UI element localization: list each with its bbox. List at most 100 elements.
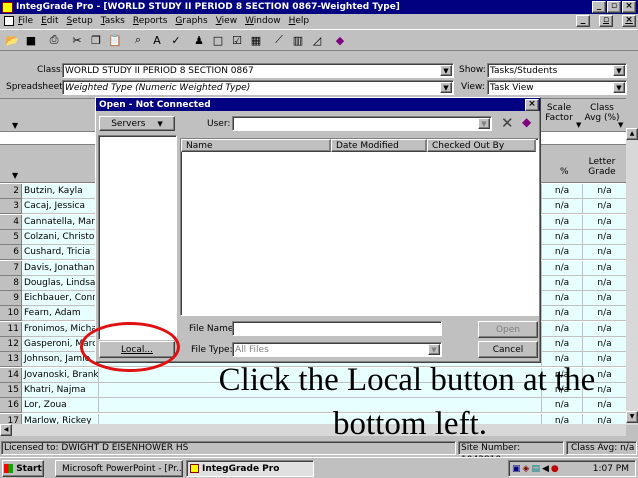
column-date-modified[interactable]: Date Modified xyxy=(331,139,427,152)
print-icon[interactable]: ⎙ xyxy=(45,31,63,49)
save-icon[interactable]: ■ xyxy=(22,31,40,49)
open-folder-icon[interactable]: 📂 xyxy=(3,31,21,49)
doc-restore-icon[interactable]: ▫ xyxy=(599,15,613,27)
view-select[interactable]: Task View ▼ xyxy=(487,80,627,95)
letter-grade-cell[interactable]: n/a xyxy=(582,398,626,413)
student-name[interactable]: Cushard, Tricia xyxy=(22,245,98,260)
chevron-down-icon[interactable]: ▼ xyxy=(613,82,625,93)
show-select[interactable]: Tasks/Students ▼ xyxy=(487,63,627,78)
letter-grade-cell[interactable]: n/a xyxy=(582,306,626,321)
task-icon[interactable]: ☑ xyxy=(228,31,246,49)
chevron-down-icon[interactable]: ▼ xyxy=(478,118,490,129)
antivirus-icon[interactable]: ● xyxy=(551,464,559,474)
student-name[interactable]: Jovanoski, Branko xyxy=(22,368,98,383)
student-name[interactable]: Eichbauer, Conrad xyxy=(22,291,98,306)
taskbar-item-powerpoint[interactable]: Microsoft PowerPoint - [Pr... xyxy=(55,460,183,477)
menu-window[interactable]: Window xyxy=(245,16,281,26)
file-type-select[interactable]: All Files ▼ xyxy=(232,342,442,357)
student-name[interactable]: Lor, Zoua xyxy=(22,398,98,413)
user-select[interactable]: ▼ xyxy=(232,116,492,131)
sort-arrow-icon[interactable]: ▼ xyxy=(12,171,18,180)
table-row[interactable]: 15 Khatri, Najma xyxy=(0,383,98,398)
percent-cell[interactable]: n/a xyxy=(541,291,582,306)
letter-grade-cell[interactable]: n/a xyxy=(582,230,626,245)
letter-grade-cell[interactable]: n/a xyxy=(582,276,626,291)
open-button[interactable]: Open xyxy=(478,321,538,338)
letter-grade-cell[interactable]: n/a xyxy=(582,337,626,352)
sort-arrow-icon[interactable]: ▼ xyxy=(576,121,581,129)
line-graph-icon[interactable]: ⟋ xyxy=(270,31,288,49)
table-row[interactable]: 14 Jovanoski, Branko xyxy=(0,368,98,383)
taskbar-item-integrade[interactable]: IntegGrade Pro xyxy=(186,460,314,477)
student-name[interactable]: Khatri, Najma xyxy=(22,383,98,398)
table-row[interactable]: 4Cannatella, Marghe xyxy=(0,215,98,230)
menu-edit[interactable]: Edit xyxy=(41,16,58,26)
disconnect-icon[interactable]: ✕ xyxy=(501,114,514,132)
paste-icon[interactable]: 📋 xyxy=(106,31,124,49)
student-name[interactable]: Douglas, Lindsay xyxy=(22,276,98,291)
cut-icon[interactable]: ✂ xyxy=(68,31,86,49)
menu-tasks[interactable]: Tasks xyxy=(101,16,125,26)
zoom-icon[interactable]: A xyxy=(148,31,166,49)
table-row[interactable]: 9Eichbauer, Conrad xyxy=(0,291,98,306)
find-icon[interactable]: ⌕ xyxy=(129,31,147,49)
table-row[interactable]: 5Colzani, Christophe xyxy=(0,230,98,245)
shield-icon[interactable]: ◈ xyxy=(523,464,530,474)
spreadsheet-select[interactable]: Weighted Type (Numeric Weighted Type) ▼ xyxy=(62,80,454,95)
percent-cell[interactable]: n/a xyxy=(541,184,582,199)
monitor-icon[interactable]: ▤ xyxy=(531,464,540,474)
letter-grade-cell[interactable]: n/a xyxy=(582,322,626,337)
file-name-input[interactable] xyxy=(232,321,442,336)
column-name[interactable]: Name xyxy=(181,139,331,152)
table-row[interactable]: 3 Cacaj, Jessica xyxy=(0,199,98,214)
letter-grade-cell[interactable]: n/a xyxy=(582,184,626,199)
table-row[interactable]: 2 Butzin, Kayla xyxy=(0,184,98,199)
percent-cell[interactable]: n/a xyxy=(541,245,582,260)
menu-file[interactable]: File xyxy=(18,16,33,26)
percent-cell[interactable]: n/a xyxy=(541,199,582,214)
student-name[interactable]: Butzin, Kayla xyxy=(22,184,98,199)
file-list[interactable]: Name Date Modified Checked Out By xyxy=(180,138,539,316)
letter-grade-cell[interactable]: n/a xyxy=(582,291,626,306)
percent-cell[interactable]: n/a xyxy=(541,215,582,230)
percent-cell[interactable]: n/a xyxy=(541,306,582,321)
menu-view[interactable]: View xyxy=(216,16,237,26)
book-icon[interactable]: ◆ xyxy=(522,115,531,129)
spellcheck-icon[interactable]: ✓ xyxy=(167,31,185,49)
calendar-icon[interactable]: ▦ xyxy=(247,31,265,49)
percent-cell[interactable]: n/a xyxy=(541,276,582,291)
menu-reports[interactable]: Reports xyxy=(133,16,168,26)
network-icon[interactable]: ▣ xyxy=(512,464,521,474)
bar-graph-icon[interactable]: ▥ xyxy=(289,31,307,49)
sort-arrow-icon[interactable]: ▼ xyxy=(12,121,18,130)
table-row[interactable]: 16 Lor, Zoua xyxy=(0,398,98,413)
servers-button[interactable]: Servers ▼ xyxy=(99,116,175,131)
table-row[interactable]: 7 Davis, Jonathan xyxy=(0,261,98,276)
sort-arrow-icon[interactable]: ▼ xyxy=(618,121,623,129)
student-name[interactable]: Cannatella, Marghe xyxy=(22,215,98,230)
scroll-up-icon[interactable]: ▲ xyxy=(626,128,638,140)
letter-grade-cell[interactable]: n/a xyxy=(582,199,626,214)
letter-grade-cell[interactable]: n/a xyxy=(582,215,626,230)
blank-page-icon[interactable]: □ xyxy=(209,31,227,49)
student-icon[interactable]: ♟ xyxy=(190,31,208,49)
percent-cell[interactable]: n/a xyxy=(541,230,582,245)
menu-graphs[interactable]: Graphs xyxy=(175,16,207,26)
cancel-button[interactable]: Cancel xyxy=(478,341,538,358)
column-checked-out-by[interactable]: Checked Out By xyxy=(427,139,536,152)
class-select[interactable]: WORLD STUDY II PERIOD 8 SECTION 0867 ▼ xyxy=(62,63,454,78)
copy-icon[interactable]: ❐ xyxy=(87,31,105,49)
maximize-icon[interactable]: ▫ xyxy=(607,1,621,13)
book-icon[interactable]: ◆ xyxy=(331,31,349,49)
percent-cell[interactable]: n/a xyxy=(541,337,582,352)
scroll-left-icon[interactable]: ◀ xyxy=(0,424,12,436)
student-name[interactable]: Colzani, Christophe xyxy=(22,230,98,245)
student-name[interactable]: Fearn, Adam xyxy=(22,306,98,321)
area-graph-icon[interactable]: ◿ xyxy=(308,31,326,49)
dialog-close-icon[interactable]: × xyxy=(525,98,539,111)
chevron-down-icon[interactable]: ▼ xyxy=(440,65,452,76)
chevron-down-icon[interactable]: ▼ xyxy=(440,82,452,93)
letter-grade-cell[interactable]: n/a xyxy=(582,245,626,260)
student-name[interactable]: Davis, Jonathan xyxy=(22,261,98,276)
start-button[interactable]: Start xyxy=(2,460,44,477)
